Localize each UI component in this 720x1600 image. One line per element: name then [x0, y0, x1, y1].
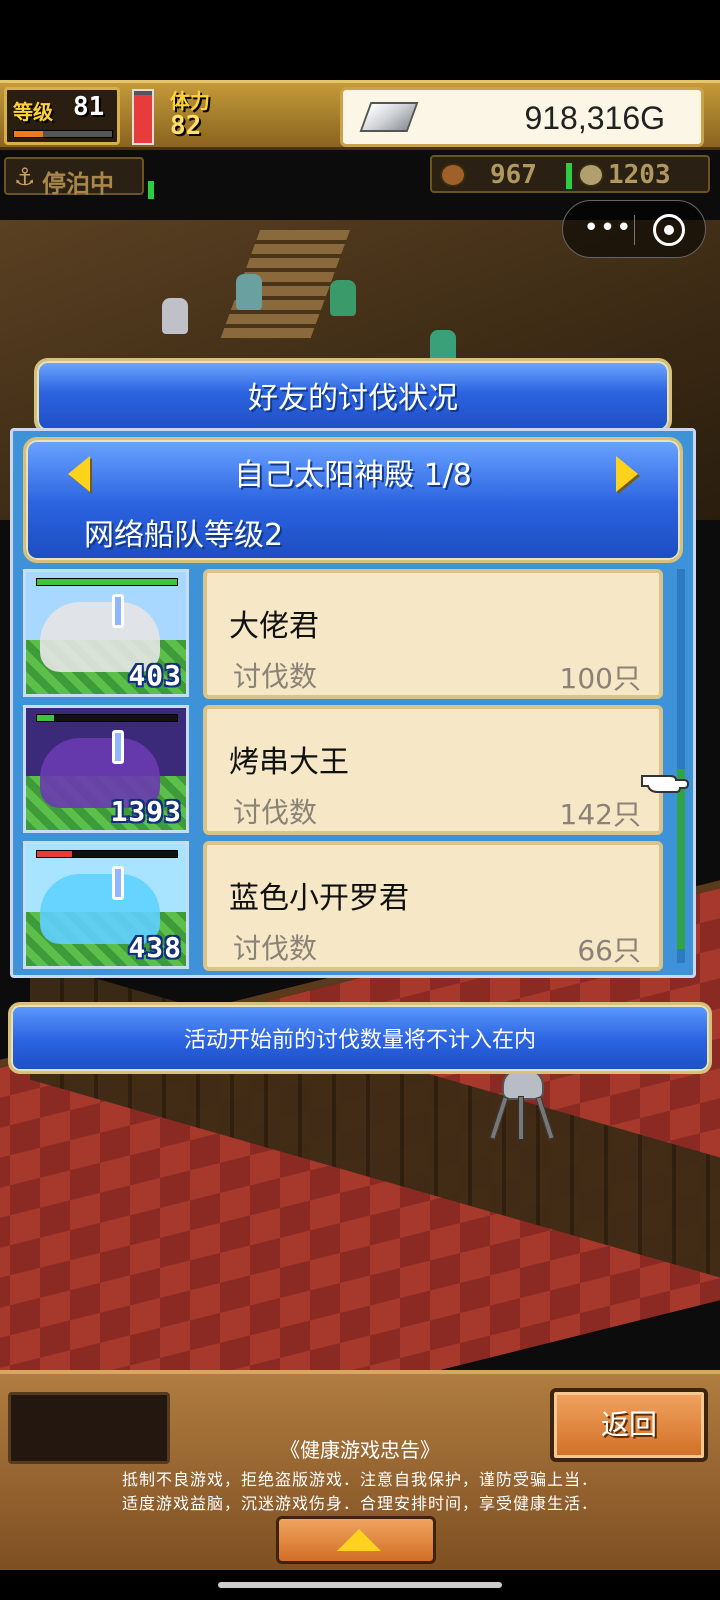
top-hud: 等级 81 体力 82 918,316G	[0, 80, 720, 150]
modal-title-bar: 好友的讨伐状况	[34, 358, 672, 434]
monster-thumbnail: 403	[23, 569, 189, 697]
kill-count-label: 讨伐数	[233, 660, 318, 693]
monster-hp-fill	[37, 851, 72, 857]
silver-ingot-icon	[359, 102, 419, 132]
monster-thumbnail: 438	[23, 841, 189, 969]
home-indicator[interactable]	[218, 1582, 502, 1588]
friend-row[interactable]: 403 大佬君 讨伐数 100只	[23, 569, 673, 701]
monster-level: 438	[128, 931, 182, 964]
stamina-label: 体力	[170, 89, 210, 113]
level-progress-bar	[13, 130, 113, 138]
monster-level: 403	[128, 659, 182, 692]
kill-count: 142只	[559, 798, 641, 831]
miniprogram-capsule: •••	[562, 200, 706, 258]
divider	[566, 163, 572, 189]
friend-info-card: 蓝色小开罗君 讨伐数 66只	[203, 841, 663, 971]
robot-sprite	[488, 1068, 558, 1148]
level-label: 等级	[13, 100, 53, 124]
monster-level: 1393	[110, 795, 182, 828]
stage-title: 自己太阳神殿 1/8	[234, 458, 472, 493]
advisory-line-1: 抵制不良游戏，拒绝盗版游戏．注意自我保护，谨防受骗上当．	[121, 1470, 598, 1489]
kill-count: 100只	[559, 662, 641, 695]
hand-pointer-icon	[641, 775, 690, 793]
scrollbar[interactable]	[677, 569, 685, 963]
alert-icon	[112, 866, 124, 900]
monster-hp-bar	[36, 850, 178, 858]
npc-sprite	[236, 274, 262, 310]
notice-text: 活动开始前的讨伐数量将不计入在内	[183, 1028, 536, 1053]
more-options-icon[interactable]: •••	[583, 214, 633, 244]
friend-name: 烤串大王	[229, 745, 349, 780]
stamina-value: 82	[170, 111, 202, 141]
anchor-label: 停泊中	[42, 170, 114, 198]
statue-sprite	[162, 298, 188, 334]
kill-count-label: 讨伐数	[233, 796, 318, 829]
medal-icon	[578, 163, 604, 187]
stamina-gauge-fill	[134, 95, 152, 143]
kill-count-label: 讨伐数	[233, 932, 318, 965]
friend-info-card: 烤串大王 讨伐数 142只	[203, 705, 663, 835]
alert-icon	[112, 594, 124, 628]
secondary-hud: ⚓ 停泊中 967 1203	[0, 153, 720, 199]
friend-row[interactable]: 1393 烤串大王 讨伐数 142只	[23, 705, 673, 837]
next-stage-arrow-icon[interactable]	[616, 456, 638, 492]
advisory-title: 《健康游戏忠告》	[280, 1438, 440, 1462]
level-box: 等级 81	[4, 87, 120, 145]
fleet-level: 网络船队等级2	[84, 518, 284, 553]
monster-hp-bar	[36, 578, 178, 586]
anchor-icon: ⚓	[14, 163, 36, 191]
friend-info-card: 大佬君 讨伐数 100只	[203, 569, 663, 699]
friend-row[interactable]: 438 蓝色小开罗君 讨伐数 66只	[23, 841, 673, 973]
monster-hp-bar	[36, 714, 178, 722]
bottom-bar: 返回 《健康游戏忠告》 抵制不良游戏，拒绝盗版游戏．注意自我保护，谨防受骗上当．…	[0, 1370, 720, 1570]
friends-hunt-panel: 自己太阳神殿 1/8 网络船队等级2 403 大佬君 讨伐数 100只 1393…	[10, 428, 696, 978]
stage-header: 自己太阳神殿 1/8 网络船队等级2	[23, 437, 683, 563]
gold-box[interactable]: 918,316G	[340, 87, 704, 147]
up-arrow-icon	[337, 1529, 381, 1551]
scrollbar-thumb[interactable]	[677, 769, 685, 949]
resource-box: 967 1203	[430, 155, 710, 193]
alert-icon	[112, 730, 124, 764]
expand-menu-button[interactable]	[276, 1516, 436, 1564]
level-value: 81	[73, 92, 105, 122]
status-indicator	[148, 181, 154, 199]
kill-count: 66只	[577, 934, 641, 967]
close-miniprogram-icon[interactable]	[653, 214, 685, 246]
gold-value: 918,316G	[524, 100, 665, 136]
resource2-value: 1203	[608, 160, 671, 190]
advisory-line-2: 适度游戏益脑，沉迷游戏伤身．合理安排时间，享受健康生活．	[121, 1494, 598, 1513]
notice-bar: 活动开始前的讨伐数量将不计入在内	[8, 1002, 712, 1074]
resource1-value: 967	[490, 160, 537, 190]
friend-name: 蓝色小开罗君	[229, 881, 409, 916]
monster-hp-fill	[37, 579, 177, 585]
npc-sprite	[330, 280, 356, 316]
friend-name: 大佬君	[229, 609, 319, 644]
modal-title: 好友的讨伐状况	[248, 381, 458, 416]
monster-thumbnail: 1393	[23, 705, 189, 833]
capsule-divider	[634, 215, 635, 245]
level-progress-fill	[14, 131, 44, 137]
anchor-status: ⚓ 停泊中	[4, 157, 144, 198]
stamina-gauge	[132, 89, 154, 145]
meat-icon	[440, 163, 466, 187]
monster-hp-fill	[37, 715, 54, 721]
